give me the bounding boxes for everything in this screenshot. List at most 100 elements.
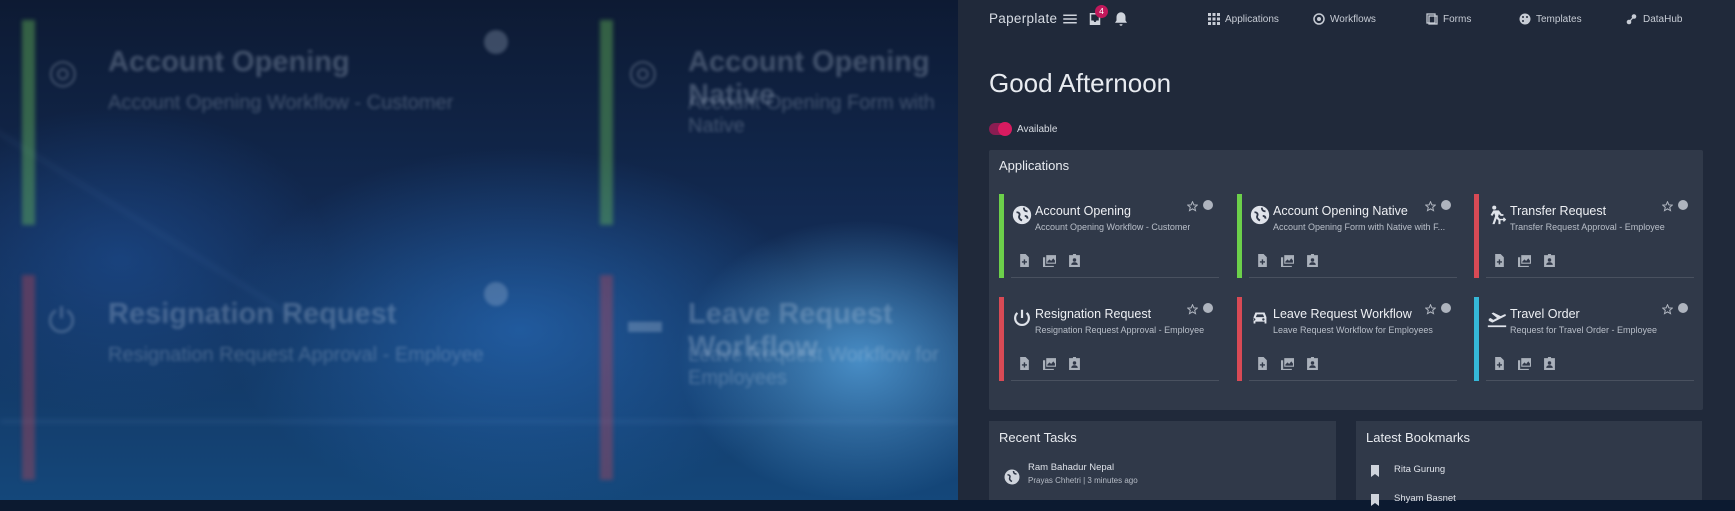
card-title: Leave Request Workflow <box>1273 307 1412 321</box>
background-blur: ◎ Account Opening Account Opening Workfl… <box>0 0 958 500</box>
card-title: Resignation Request <box>1035 307 1152 321</box>
star-icon[interactable] <box>1424 302 1437 315</box>
star-icon[interactable] <box>1186 302 1199 315</box>
card-divider <box>1011 380 1219 381</box>
nav-forms[interactable]: Forms <box>1426 13 1471 25</box>
card-divider <box>1249 380 1457 381</box>
ghost-bar <box>600 20 613 225</box>
star-icon[interactable] <box>1661 302 1674 315</box>
star-icon[interactable] <box>1661 199 1674 212</box>
info-icon[interactable] <box>1678 303 1688 313</box>
add-document-icon[interactable] <box>1256 357 1269 370</box>
application-card[interactable]: Travel Order Request for Travel Order - E… <box>1474 297 1694 381</box>
notification-badge: 4 <box>1095 5 1108 18</box>
ghost-bar <box>22 20 35 225</box>
info-icon[interactable] <box>1203 303 1213 313</box>
image-stack-icon[interactable] <box>1518 254 1531 267</box>
image-stack-icon[interactable] <box>1043 254 1056 267</box>
add-document-icon[interactable] <box>1018 357 1031 370</box>
light-streak <box>0 420 958 423</box>
ghost-car-icon: ▬ <box>628 302 662 340</box>
task-title[interactable]: Ram Bahadur Nepal <box>1028 462 1114 473</box>
image-stack-icon[interactable] <box>1281 357 1294 370</box>
card-actions <box>1493 356 1556 370</box>
brand-logo[interactable]: Paperplate <box>989 11 1057 26</box>
card-subtitle: Transfer Request Approval - Employee <box>1510 222 1665 232</box>
assignment-user-icon[interactable] <box>1543 356 1556 370</box>
power-icon <box>1011 307 1033 329</box>
transfer-person-icon <box>1486 204 1508 226</box>
info-icon[interactable] <box>1678 200 1688 210</box>
flight-icon <box>1486 307 1508 329</box>
assignment-user-icon[interactable] <box>1306 356 1319 370</box>
ghost-power-icon: ⏻ <box>48 302 75 340</box>
greeting-heading: Good Afternoon <box>989 68 1172 98</box>
bell-icon[interactable] <box>1112 10 1130 28</box>
availability-toggle[interactable] <box>989 122 1012 136</box>
application-card[interactable]: Account Opening Account Opening Workflow … <box>999 194 1219 278</box>
card-actions <box>1018 253 1081 267</box>
application-card[interactable]: Transfer Request Transfer Request Approva… <box>1474 194 1694 278</box>
workflow-icon <box>1313 13 1325 25</box>
card-actions <box>1256 253 1319 267</box>
car-icon <box>1249 307 1271 329</box>
add-document-icon[interactable] <box>1493 254 1506 267</box>
ghost-info-icon <box>484 282 508 306</box>
bookmark-item[interactable]: Rita Gurung <box>1394 464 1445 475</box>
star-icon[interactable] <box>1186 199 1199 212</box>
assignment-user-icon[interactable] <box>1068 253 1081 267</box>
add-document-icon[interactable] <box>1256 254 1269 267</box>
bookmark-icon <box>1370 493 1380 506</box>
application-card[interactable]: Leave Request Workflow Leave Request Work… <box>1237 297 1457 381</box>
ghost-subtitle: Leave Request Workflow for Employees <box>688 344 939 389</box>
bookmarks-heading: Latest Bookmarks <box>1366 430 1471 445</box>
nav-applications[interactable]: Applications <box>1208 13 1279 25</box>
datahub-icon <box>1626 14 1637 25</box>
card-actions <box>1256 356 1319 370</box>
assignment-user-icon[interactable] <box>1068 356 1081 370</box>
image-stack-icon[interactable] <box>1281 254 1294 267</box>
card-accent-bar <box>999 194 1004 278</box>
assignment-user-icon[interactable] <box>1543 253 1556 267</box>
nav-label: DataHub <box>1643 13 1683 25</box>
ghost-subtitle: Account Opening Form with Native <box>688 92 935 137</box>
info-icon[interactable] <box>1441 303 1451 313</box>
card-subtitle: Request for Travel Order - Employee <box>1510 325 1658 335</box>
image-stack-icon[interactable] <box>1518 357 1531 370</box>
application-card[interactable]: Account Opening Native Account Opening Fo… <box>1237 194 1457 278</box>
globe-icon <box>1249 204 1271 226</box>
nav-label: Templates <box>1536 13 1582 25</box>
card-subtitle: Account Opening Form with Native with F.… <box>1273 222 1446 232</box>
card-subtitle: Leave Request Workflow for Employees <box>1273 325 1433 335</box>
task-meta: Prayas Chhetri | 3 minutes ago <box>1028 476 1138 485</box>
info-icon[interactable] <box>1441 200 1451 210</box>
add-document-icon[interactable] <box>1018 254 1031 267</box>
nav-label: Workflows <box>1330 13 1376 25</box>
assignment-user-icon[interactable] <box>1306 253 1319 267</box>
nav-datahub[interactable]: DataHub <box>1626 13 1682 25</box>
globe-icon <box>1003 468 1021 486</box>
light-streak <box>0 124 294 318</box>
card-subtitle: Resignation Request Approval - Employee <box>1035 325 1205 335</box>
image-stack-icon[interactable] <box>1043 357 1056 370</box>
star-icon[interactable] <box>1424 199 1437 212</box>
palette-icon <box>1519 13 1531 25</box>
menu-icon[interactable] <box>1061 10 1079 28</box>
applications-heading: Applications <box>999 158 1070 173</box>
ghost-title: Resignation Request <box>108 298 397 330</box>
card-title: Account Opening Native <box>1273 204 1408 218</box>
ghost-subtitle: Resignation Request Approval - Employee <box>108 344 484 366</box>
nav-workflows[interactable]: Workflows <box>1313 13 1376 25</box>
apps-grid-icon <box>1208 13 1220 25</box>
card-subtitle: Account Opening Workflow - Customer <box>1035 222 1191 232</box>
application-card[interactable]: Resignation Request Resignation Request A… <box>999 297 1219 381</box>
card-divider <box>1011 277 1219 278</box>
info-icon[interactable] <box>1203 200 1213 210</box>
nav-templates[interactable]: Templates <box>1519 13 1582 25</box>
add-document-icon[interactable] <box>1493 357 1506 370</box>
bookmark-item[interactable]: Shyam Basnet <box>1394 493 1456 504</box>
ghost-info-icon <box>484 30 508 54</box>
card-actions <box>1018 356 1081 370</box>
bookmark-icon <box>1370 464 1380 477</box>
card-title: Transfer Request <box>1510 204 1607 218</box>
